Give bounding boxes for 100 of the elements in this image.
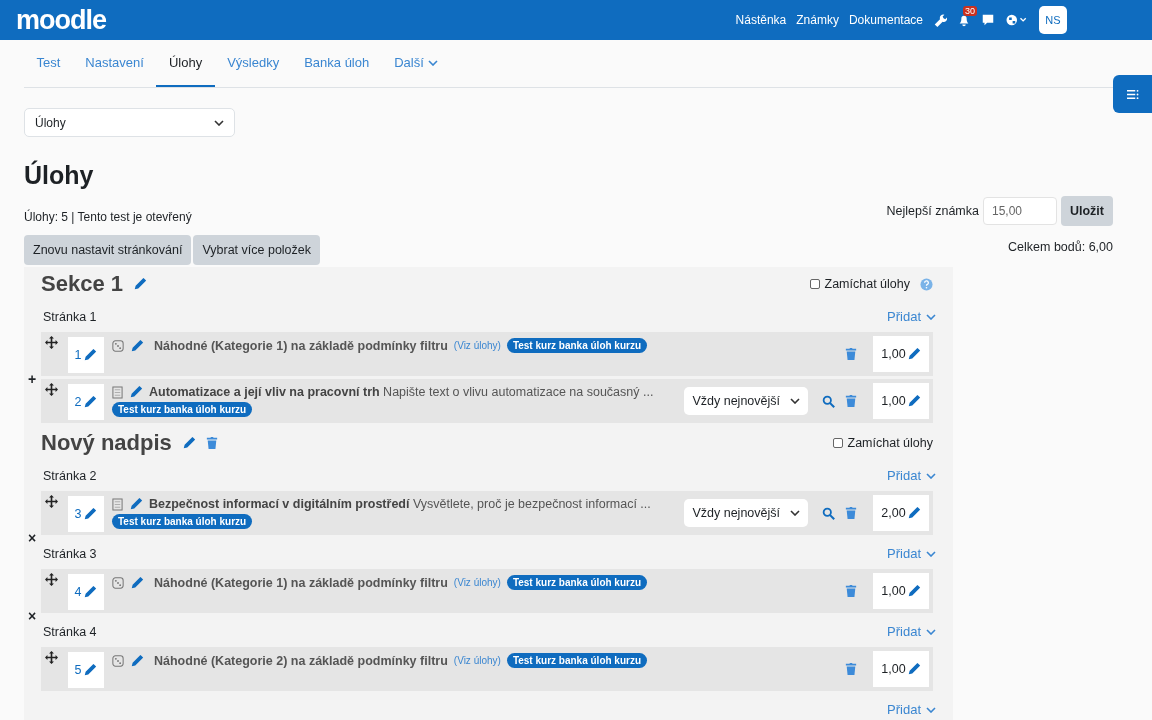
document-icon	[112, 497, 123, 511]
chevron-down-icon	[926, 472, 936, 479]
nav-tab[interactable]: Další	[381, 40, 451, 87]
question-number[interactable]: 5	[68, 652, 104, 688]
move-icon[interactable]	[45, 495, 58, 508]
view-questions-link[interactable]: (Viz úlohy)	[453, 577, 501, 588]
question-title[interactable]: Náhodné (Kategorie 1) na základě podmínky filtru	[154, 338, 448, 353]
move-icon[interactable]	[45, 383, 58, 396]
view-questions-link[interactable]: (Viz úlohy)	[453, 340, 501, 351]
question-number[interactable]: 4	[68, 574, 104, 610]
trash-icon[interactable]	[845, 662, 857, 676]
version-select[interactable]: Vždy nejnovější	[684, 387, 808, 415]
move-icon[interactable]	[45, 573, 58, 586]
question-bank-tag: Test kurz banka úloh kurzu	[112, 402, 253, 417]
section-heading: Sekce 1	[41, 271, 123, 297]
shuffle-checkbox[interactable]	[832, 438, 843, 448]
edit-pencil-icon[interactable]	[83, 663, 98, 677]
edit-pencil-icon[interactable]	[130, 338, 144, 353]
version-select[interactable]: Vždy nejnovější	[684, 499, 808, 527]
page-break-toggle[interactable]: +	[28, 372, 37, 386]
save-button[interactable]: Uložit	[1060, 196, 1113, 226]
question-mark[interactable]: 1,00	[873, 383, 929, 419]
page-label: Stránka 1	[42, 309, 97, 324]
trash-icon[interactable]	[845, 506, 857, 520]
question-text[interactable]: Automatizace a její vliv na pracovní trh Napište text o vlivu automatizace na současný ...	[149, 385, 654, 399]
page-break-toggle[interactable]: ×	[28, 531, 37, 545]
dice-icon	[112, 576, 124, 589]
edit-pencil-icon[interactable]	[906, 662, 921, 676]
edit-pencil-icon[interactable]	[83, 348, 98, 362]
nav-tab[interactable]: Test	[24, 40, 73, 87]
nav-link[interactable]: Nástěnka	[735, 13, 787, 27]
nav-tab[interactable]: Nastavení	[72, 40, 157, 87]
trash-icon[interactable]	[205, 436, 218, 450]
question-title[interactable]: Náhodné (Kategorie 2) na základě podmínky filtru	[154, 653, 448, 668]
shuffle-label: Zamíchat úlohy	[824, 277, 910, 291]
trash-icon[interactable]	[845, 394, 857, 408]
nav-tab[interactable]: Úlohy	[156, 40, 215, 87]
question-bank-tag: Test kurz banka úloh kurzu	[506, 338, 648, 353]
add-menu-link[interactable]: Přidat	[887, 624, 936, 639]
nav-tab[interactable]: Výsledky	[214, 40, 292, 87]
globe-icon[interactable]	[1005, 13, 1029, 27]
chat-icon[interactable]	[981, 13, 995, 27]
moodle-logo[interactable]: moodle	[16, 4, 106, 36]
edit-pencil-icon[interactable]	[906, 506, 921, 520]
edit-pencil-icon[interactable]	[129, 497, 143, 511]
trash-icon[interactable]	[845, 347, 857, 361]
move-icon[interactable]	[45, 336, 58, 349]
chevron-down-icon	[214, 119, 224, 126]
search-icon[interactable]	[822, 506, 835, 520]
view-questions-link[interactable]: (Viz úlohy)	[453, 655, 501, 666]
question-mark[interactable]: 1,00	[873, 573, 929, 609]
search-icon[interactable]	[822, 394, 835, 408]
edit-pencil-icon[interactable]	[130, 575, 144, 590]
move-icon[interactable]	[45, 651, 58, 664]
edit-pencil-icon[interactable]	[132, 277, 147, 291]
edit-pencil-icon[interactable]	[906, 584, 921, 598]
total-marks: Celkem bodů: 6,00	[1008, 240, 1113, 254]
notification-count: 30	[963, 6, 977, 16]
question-text[interactable]: Bezpečnost informací v digitálním prostředí Vysvětlete, proč je bezpečnost informací ...	[149, 497, 651, 511]
dice-icon	[112, 654, 124, 667]
question-number[interactable]: 3	[68, 496, 104, 532]
nav-tab[interactable]: Banka úloh	[291, 40, 382, 87]
bell-icon[interactable]	[957, 13, 971, 27]
add-menu-link[interactable]: Přidat	[887, 546, 936, 561]
page-select[interactable]: Úlohy	[24, 108, 235, 137]
edit-pencil-icon[interactable]	[83, 395, 98, 409]
edit-pencil-icon[interactable]	[129, 385, 143, 399]
chevron-down-icon	[790, 510, 800, 516]
edit-pencil-icon[interactable]	[906, 394, 921, 408]
action-button[interactable]: Znovu nastavit stránkování	[24, 235, 192, 265]
max-grade-input[interactable]: 15,00	[982, 197, 1057, 225]
question-mark[interactable]: 1,00	[873, 651, 929, 687]
edit-pencil-icon[interactable]	[181, 436, 196, 450]
nav-link[interactable]: Známky	[796, 13, 839, 27]
shuffle-checkbox[interactable]	[809, 279, 820, 289]
edit-pencil-icon[interactable]	[906, 347, 921, 361]
document-icon	[112, 385, 123, 399]
edit-pencil-icon[interactable]	[83, 507, 98, 521]
question-number[interactable]: 1	[68, 337, 104, 373]
question-title[interactable]: Náhodné (Kategorie 1) na základě podmínky filtru	[154, 575, 448, 590]
add-menu-link[interactable]: Přidat	[887, 702, 936, 717]
question-mark[interactable]: 2,00	[873, 495, 929, 531]
edit-pencil-icon[interactable]	[130, 653, 144, 668]
trash-icon[interactable]	[845, 584, 857, 598]
chevron-down-icon	[790, 398, 800, 404]
page-label: Stránka 3	[42, 546, 97, 561]
page-break-toggle[interactable]: ×	[28, 609, 37, 623]
nav-link[interactable]: Dokumentace	[848, 13, 923, 27]
user-avatar[interactable]: NS	[1039, 6, 1067, 34]
chevron-down-icon	[926, 550, 936, 557]
shuffle-label: Zamíchat úlohy	[847, 436, 933, 450]
add-menu-link[interactable]: Přidat	[887, 468, 936, 483]
question-mark[interactable]: 1,00	[873, 336, 929, 372]
action-button[interactable]: Vybrat více položek	[193, 235, 320, 265]
add-menu-link[interactable]: Přidat	[887, 309, 936, 324]
wrench-icon[interactable]	[933, 13, 947, 27]
edit-pencil-icon[interactable]	[83, 585, 98, 599]
question-number[interactable]: 2	[68, 384, 104, 420]
drawer-toggle-button[interactable]	[1113, 75, 1152, 113]
question-bank-tag: Test kurz banka úloh kurzu	[506, 575, 648, 590]
